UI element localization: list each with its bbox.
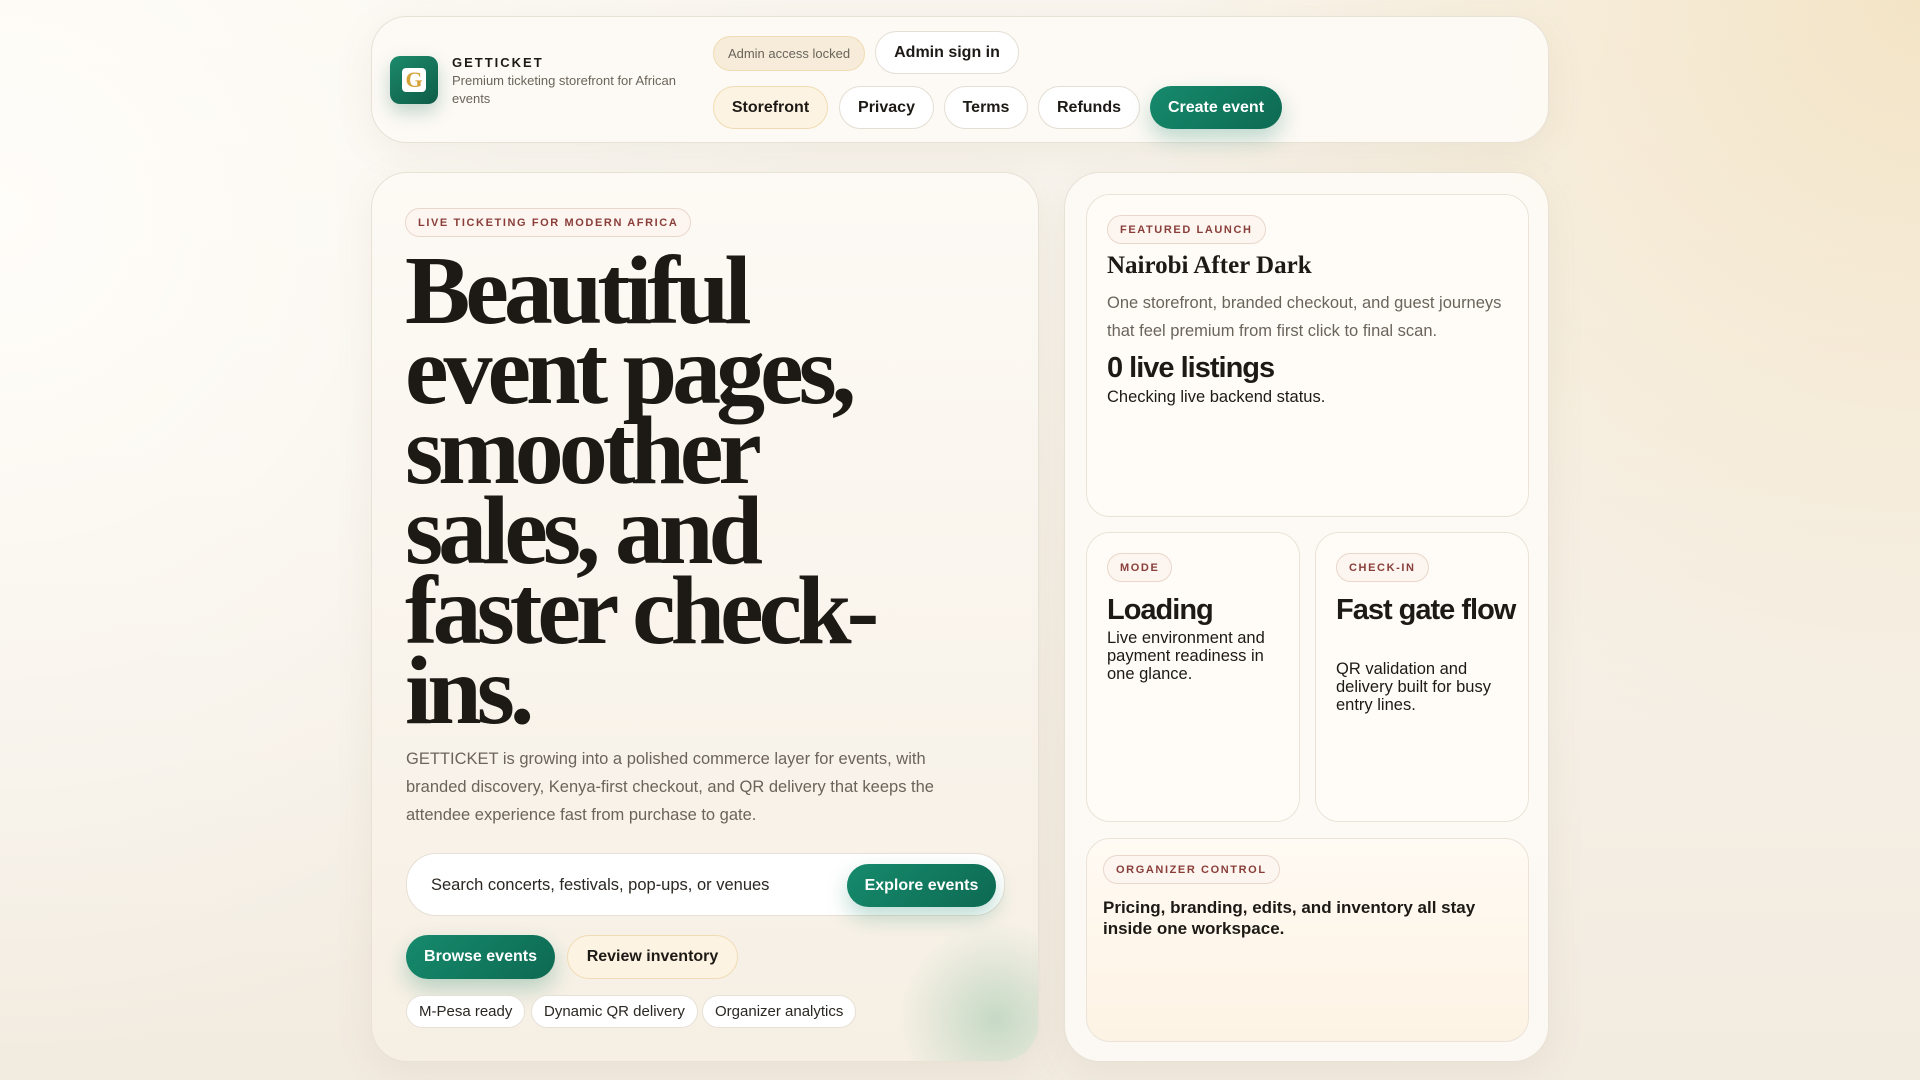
mode-card: MODE Loading Live environment and paymen… (1086, 532, 1300, 822)
checkin-title: Fast gate flow (1336, 594, 1516, 626)
nav-privacy[interactable]: Privacy (839, 86, 934, 129)
nav-storefront[interactable]: Storefront (713, 86, 828, 129)
browse-events-button[interactable]: Browse events (406, 935, 555, 979)
brand: GETTICKET Premium ticketing storefront f… (452, 55, 682, 108)
feature-chip: M-Pesa ready (406, 995, 526, 1028)
top-header: G GETTICKET Premium ticketing storefront… (371, 16, 1549, 143)
decorative-glow (898, 921, 1038, 1061)
checkin-text: QR validation and delivery built for bus… (1336, 660, 1491, 714)
brand-name: GETTICKET (452, 55, 544, 70)
organizer-text: Pricing, branding, edits, and inventory … (1103, 898, 1476, 938)
admin-signin-button[interactable]: Admin sign in (875, 31, 1019, 74)
hero-headline: Beautiful event pages, smoother sales, a… (405, 237, 879, 745)
search-bar[interactable]: Search concerts, festivals, pop-ups, or … (406, 853, 1005, 916)
create-event-button[interactable]: Create event (1150, 86, 1282, 129)
admin-status-badge: Admin access locked (713, 36, 865, 71)
featured-launch-card: FEATURED LAUNCH Nairobi After Dark One s… (1086, 194, 1529, 517)
mode-text: Live environment and payment readiness i… (1107, 629, 1265, 683)
featured-badge: FEATURED LAUNCH (1107, 215, 1266, 244)
hero-description: GETTICKET is growing into a polished com… (406, 750, 934, 824)
search-input[interactable]: Search concerts, festivals, pop-ups, or … (431, 854, 769, 917)
featured-description: One storefront, branded checkout, and gu… (1107, 294, 1502, 340)
nav-terms[interactable]: Terms (944, 86, 1028, 129)
info-panel: FEATURED LAUNCH Nairobi After Dark One s… (1064, 172, 1549, 1062)
checkin-badge: CHECK-IN (1336, 553, 1429, 582)
feature-chip: Organizer analytics (702, 995, 857, 1028)
organizer-badge: ORGANIZER CONTROL (1103, 855, 1280, 884)
organizer-control-card: ORGANIZER CONTROL Pricing, branding, edi… (1086, 838, 1529, 1042)
mode-badge: MODE (1107, 553, 1173, 582)
backend-status: Checking live backend status. (1107, 388, 1326, 406)
logo-icon[interactable]: G (390, 56, 438, 104)
review-inventory-button[interactable]: Review inventory (567, 935, 738, 979)
mode-title: Loading (1107, 594, 1214, 626)
checkin-card: CHECK-IN Fast gate flow QR validation an… (1315, 532, 1529, 822)
hero-badge: LIVE TICKETING FOR MODERN AFRICA (405, 208, 692, 237)
featured-title: Nairobi After Dark (1107, 252, 1312, 279)
hero-panel: LIVE TICKETING FOR MODERN AFRICA Beautif… (371, 172, 1039, 1062)
live-listings-count: 0 live listings (1107, 352, 1275, 384)
nav-refunds[interactable]: Refunds (1038, 86, 1140, 129)
explore-events-button[interactable]: Explore events (847, 864, 996, 907)
feature-chip: Dynamic QR delivery (531, 995, 698, 1028)
brand-tagline: Premium ticketing storefront for African… (452, 73, 676, 106)
